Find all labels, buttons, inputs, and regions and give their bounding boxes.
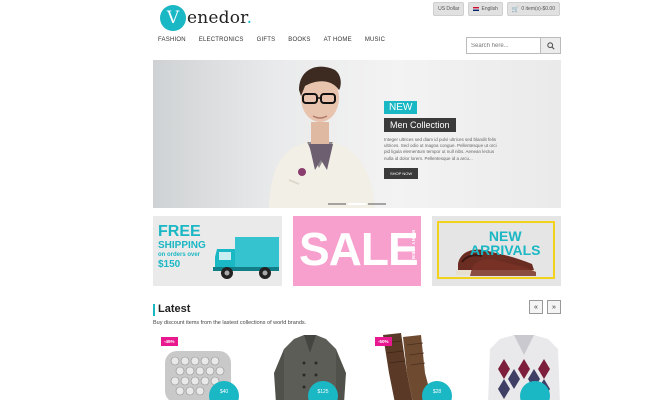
- new-arrivals-banner[interactable]: NEW ARRIVALS: [432, 216, 561, 286]
- shipping-amount: $150: [158, 259, 181, 270]
- site-logo[interactable]: V enedor.: [160, 5, 252, 31]
- carousel-next-button[interactable]: »: [547, 300, 561, 314]
- search-box: [466, 37, 561, 54]
- hero-caption: NEW Men Collection Integer ultrices sed …: [384, 97, 514, 180]
- top-bar: US Dollar English 🛒 0 item(s)-$0.00: [433, 2, 560, 16]
- cart-button[interactable]: 🛒 0 item(s)-$0.00: [506, 2, 560, 16]
- search-input[interactable]: [467, 38, 540, 53]
- nav-gifts[interactable]: GIFTS: [257, 37, 276, 43]
- logo-text: enedor.: [187, 8, 253, 28]
- sale-banner[interactable]: SALE MANY ITEMS: [293, 216, 421, 286]
- shop-now-button[interactable]: SHOP NOW: [384, 167, 419, 179]
- slider-dot[interactable]: [368, 203, 386, 205]
- discount-badge: -50%: [375, 337, 392, 346]
- discount-badge: -45%: [161, 337, 178, 346]
- hero-title: Men Collection: [384, 118, 456, 132]
- model-image: [269, 66, 375, 208]
- sale-text: SALE: [299, 223, 419, 275]
- nav-at-home[interactable]: AT HOME: [324, 37, 352, 43]
- language-selector[interactable]: English: [468, 2, 503, 16]
- free-text: FREE: [158, 223, 201, 240]
- currency-selector[interactable]: US Dollar: [433, 2, 465, 16]
- nav-music[interactable]: MUSIC: [365, 37, 385, 43]
- hero-description: Integer ultrices sed diam id pulvi ultri…: [384, 137, 497, 161]
- section-accent-bar: [153, 304, 155, 316]
- latest-heading: Latest: [158, 303, 191, 315]
- shipping-text: SHIPPING: [158, 240, 206, 251]
- latest-subtitle: Buy discount items from the lastest coll…: [153, 320, 307, 326]
- nav-books[interactable]: BOOKS: [288, 37, 310, 43]
- free-shipping-banner[interactable]: FREE SHIPPING on orders over $150: [153, 216, 282, 286]
- cart-icon: 🛒: [511, 6, 520, 13]
- product-card[interactable]: -50% $28: [367, 333, 467, 400]
- new-arrivals-text: NEW ARRIVALS: [470, 228, 541, 258]
- carousel-prev-button[interactable]: «: [529, 300, 543, 314]
- product-card[interactable]: [474, 333, 574, 400]
- many-items-text: MANY ITEMS: [411, 230, 416, 264]
- truck-icon: [213, 237, 279, 279]
- nav-electronics[interactable]: ELECTRONICS: [199, 37, 244, 43]
- slider-dot-active[interactable]: [348, 203, 366, 205]
- cart-label: 0 item(s)-$0.00: [521, 6, 555, 12]
- chevron-left-icon: «: [534, 303, 538, 311]
- hero-slider[interactable]: NEW Men Collection Integer ultrices sed …: [153, 60, 561, 208]
- on-orders-text: on orders over: [158, 252, 201, 258]
- product-card[interactable]: -45% $40: [153, 333, 253, 400]
- search-button[interactable]: [540, 38, 560, 53]
- uk-flag-icon: [473, 7, 480, 11]
- slider-dots: [328, 203, 386, 205]
- hero-badge: NEW: [384, 101, 418, 114]
- language-label: English: [481, 6, 498, 12]
- currency-label: US Dollar: [438, 6, 460, 12]
- slider-dot[interactable]: [328, 203, 346, 205]
- chevron-right-icon: »: [552, 303, 556, 311]
- logo-circle: V: [160, 5, 186, 31]
- search-icon: [546, 41, 555, 50]
- product-card[interactable]: $125: [260, 333, 360, 400]
- nav-fashion[interactable]: FASHION: [158, 37, 186, 43]
- main-nav: FASHION ELECTRONICS GIFTS BOOKS AT HOME …: [158, 37, 385, 43]
